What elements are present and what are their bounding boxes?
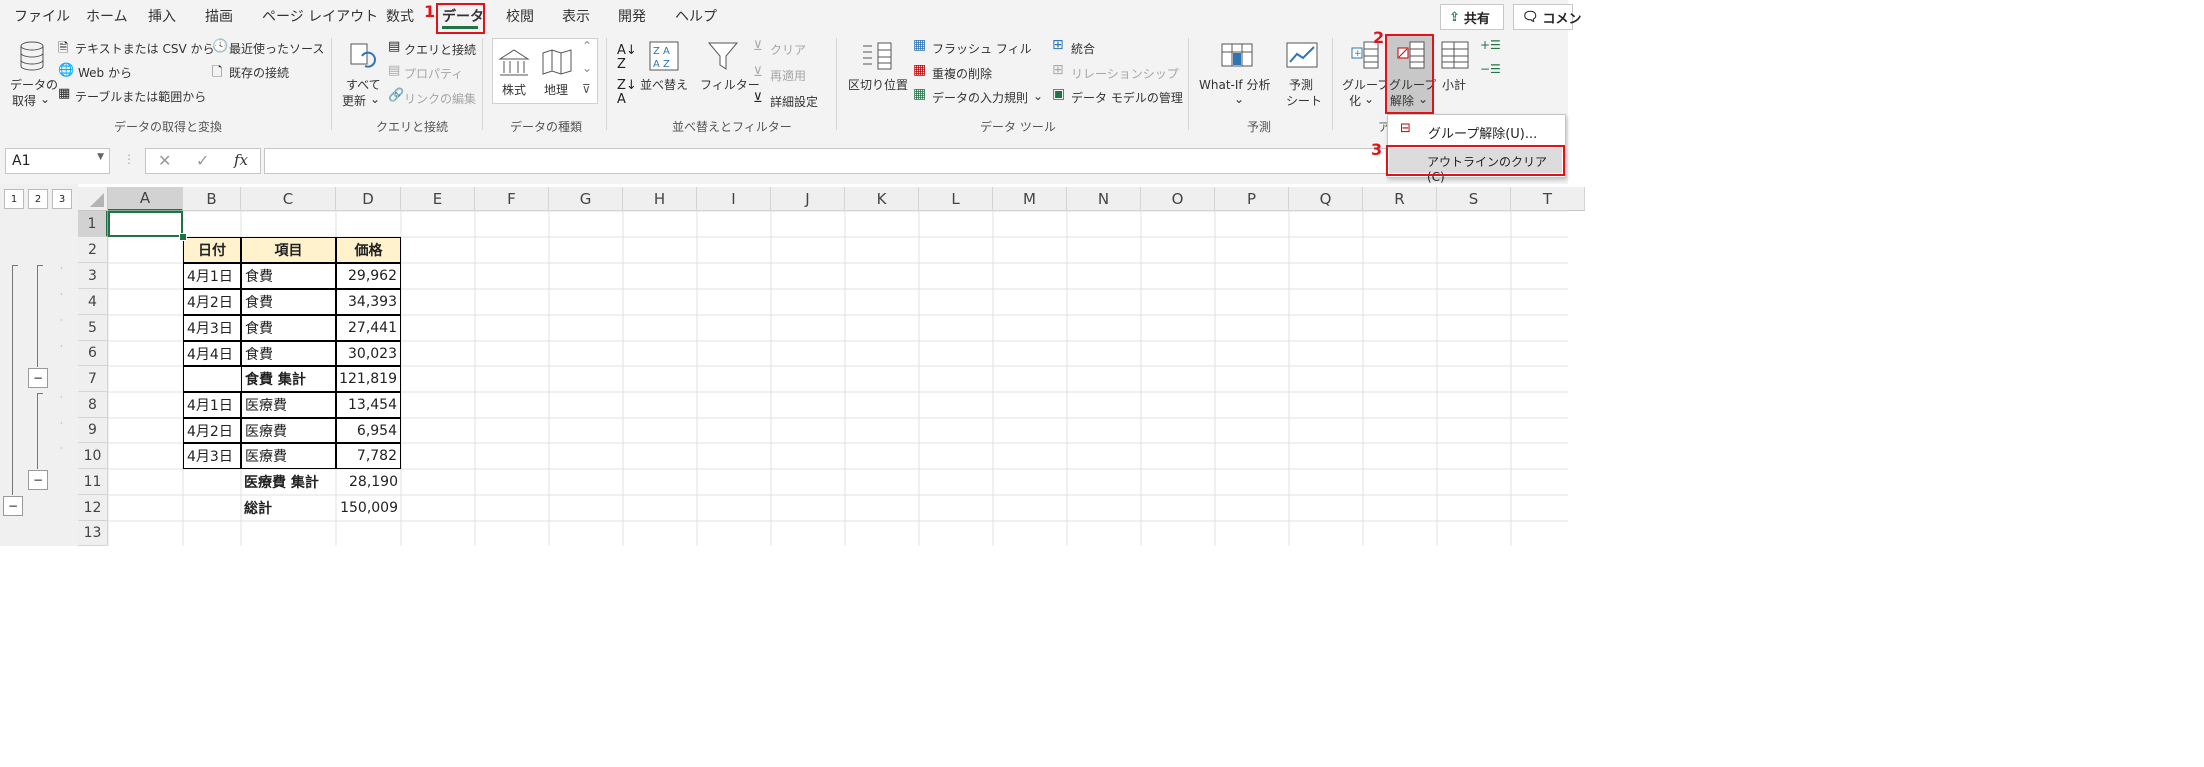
table-cell[interactable]: 27,441	[336, 315, 401, 341]
table-cell[interactable]: 医療費 集計	[241, 469, 336, 495]
table-cell[interactable]	[183, 495, 241, 521]
table-cell[interactable]: 価格	[336, 237, 401, 263]
table-cell[interactable]: 医療費	[241, 392, 336, 418]
table-cell[interactable]: 食費	[241, 341, 336, 366]
table-cell[interactable]: 医療費	[241, 443, 336, 469]
table-cell[interactable]	[183, 469, 241, 495]
table-cell[interactable]: 7,782	[336, 443, 401, 469]
table-cell[interactable]: 6,954	[336, 418, 401, 443]
table-cell[interactable]: 食費	[241, 289, 336, 315]
table-cell[interactable]: 4月2日	[183, 418, 241, 443]
table-cell[interactable]: 4月3日	[183, 315, 241, 341]
table-cell[interactable]: 4月3日	[183, 443, 241, 469]
table-cell[interactable]: 28,190	[336, 469, 401, 495]
table-cell[interactable]: 150,009	[336, 495, 401, 521]
table-cell[interactable]: 29,962	[336, 263, 401, 289]
active-cell-selection[interactable]	[108, 211, 183, 237]
table-cell[interactable]: 食費	[241, 315, 336, 341]
table-cell[interactable]: 日付	[183, 237, 241, 263]
table-cell[interactable]: 食費	[241, 263, 336, 289]
table-cell[interactable]	[183, 366, 241, 392]
table-cell[interactable]: 121,819	[336, 366, 401, 392]
table-cell[interactable]: 30,023	[336, 341, 401, 366]
table-cell[interactable]: 4月1日	[183, 263, 241, 289]
table-cell[interactable]: 項目	[241, 237, 336, 263]
table-cell[interactable]: 13,454	[336, 392, 401, 418]
table-cell[interactable]: 4月1日	[183, 392, 241, 418]
table-cell[interactable]: 総計	[241, 495, 336, 521]
table-cell[interactable]: 4月2日	[183, 289, 241, 315]
table-cell[interactable]: 34,393	[336, 289, 401, 315]
table-cell[interactable]: 食費 集計	[241, 366, 336, 392]
table-cell[interactable]: 医療費	[241, 418, 336, 443]
table-cell[interactable]: 4月4日	[183, 341, 241, 366]
fill-handle[interactable]	[179, 233, 187, 241]
